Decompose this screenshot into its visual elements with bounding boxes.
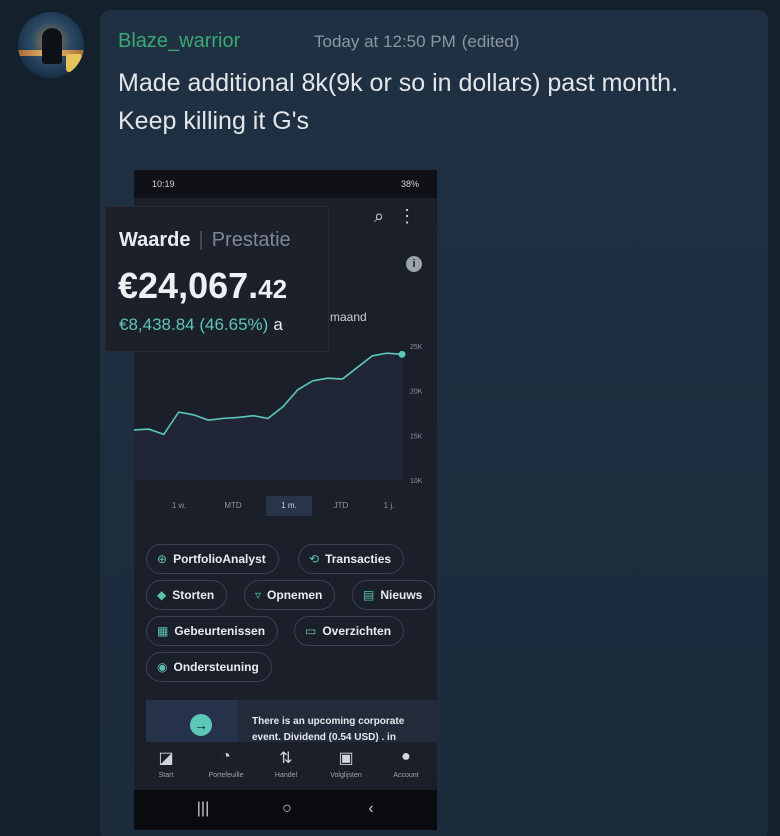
nav-label: Account	[393, 772, 419, 779]
message-text: Made additional 8k(9k or so in dollars) …	[118, 64, 758, 140]
deposit-icon: ◆	[157, 588, 167, 602]
action-chip-label: Opnemen	[267, 588, 323, 602]
portfolio-icon: ◔	[221, 748, 231, 765]
support-icon: ◉	[157, 660, 168, 674]
nav-label: Start	[158, 772, 174, 779]
action-chip-label: Transacties	[325, 552, 392, 566]
action-chip-label: Nieuws	[380, 588, 423, 602]
action-chip-label: Gebeurtenissen	[174, 624, 266, 638]
chart-area	[134, 353, 402, 480]
nav-item[interactable]: ◔ Portefeuille	[196, 748, 256, 779]
nav-label: Volglijsten	[330, 772, 362, 779]
range-tab[interactable]: JTD	[320, 496, 362, 516]
y-tick-label: 25K	[410, 344, 423, 351]
home-chart-icon: ◪	[158, 750, 174, 767]
action-chip[interactable]: ▦ Gebeurtenissen	[146, 616, 279, 646]
status-battery: 38%	[400, 179, 419, 189]
range-tab[interactable]: 1 m.	[266, 496, 312, 516]
account-icon: ●	[401, 748, 411, 765]
action-chip[interactable]: ⟲ Transacties	[298, 544, 405, 574]
portfolio-chart: 25K 20K 15K 10K	[134, 344, 423, 485]
nav-item[interactable]: ▣ Volglijsten	[316, 748, 376, 779]
avatar-badge-icon	[66, 54, 82, 72]
calendar-icon: ▦	[157, 624, 169, 638]
action-chip[interactable]: ⊕ PortfolioAnalyst	[146, 544, 279, 574]
bottom-navigation: ◪ Start ◔ Portefeuille ⇅ Handel ▣ Volglijsten ● A…	[134, 742, 437, 790]
status-time: 10:19	[152, 179, 175, 189]
info-icon[interactable]: i	[406, 256, 422, 272]
nav-label: Portefeuille	[208, 772, 244, 779]
portfolio-gain: €8,438.84 (46.65%) a	[119, 315, 283, 335]
avatar[interactable]	[18, 12, 84, 78]
y-tick-label: 20K	[410, 389, 423, 396]
system-navigation-bar: ||| ○ ‹	[134, 790, 437, 830]
analyst-icon: ⊕	[157, 552, 168, 566]
more-vert-icon[interactable]: ⋮	[398, 206, 416, 227]
message-timestamp: Today at 12:50 PM (edited)	[314, 32, 519, 52]
nav-item[interactable]: ⇅ Handel	[256, 748, 316, 779]
action-chip[interactable]: ▿ Opnemen	[244, 580, 336, 610]
message-line-2: Keep killing it G's	[118, 107, 309, 135]
y-tick-label: 10K	[410, 478, 423, 485]
period-label: maand	[330, 310, 367, 324]
trade-icon: ⇅	[279, 750, 293, 767]
avatar-figure	[42, 28, 62, 64]
transactions-icon: ⟲	[309, 552, 320, 566]
arrow-right-icon[interactable]: →	[190, 714, 212, 736]
phone-status-bar: 10:19 38%	[134, 170, 437, 198]
home-button[interactable]: ○	[272, 800, 302, 818]
nav-label: Handel	[274, 772, 298, 779]
portfolio-value: €24,067.42	[118, 265, 287, 307]
zoomed-value-overlay: Waarde | Prestatie €24,067.42 €8,438.84 (4…	[106, 207, 328, 351]
tab-waarde[interactable]: Waarde	[119, 229, 191, 251]
withdraw-icon: ▿	[255, 588, 262, 602]
statements-icon: ▭	[305, 624, 317, 638]
tab-prestatie[interactable]: Prestatie	[212, 229, 291, 251]
edited-label: (edited)	[461, 32, 520, 51]
action-chip[interactable]: ◆ Storten	[146, 580, 228, 610]
action-chip[interactable]: ▭ Overzichten	[294, 616, 405, 646]
username[interactable]: Blaze_warrior	[118, 30, 240, 53]
message-line-1: Made additional 8k(9k or so in dollars) …	[118, 69, 679, 97]
y-tick-label: 15K	[410, 433, 423, 440]
range-tab[interactable]: 1 w.	[158, 496, 200, 516]
action-chip-label: Ondersteuning	[173, 660, 259, 674]
portfolio-value-main: €24,067.	[118, 265, 259, 306]
action-chip-label: Storten	[172, 588, 215, 602]
watchlist-icon: ▣	[338, 750, 354, 767]
portfolio-value-cents: 42	[258, 274, 288, 304]
range-tab[interactable]: MTD	[212, 496, 254, 516]
timestamp-text: Today at 12:50 PM	[314, 32, 456, 51]
nav-item[interactable]: ◪ Start	[136, 748, 196, 779]
range-tab[interactable]: 1 j.	[368, 496, 410, 516]
range-tabs: 1 w. MTD 1 m. JTD 1 j.	[154, 496, 414, 516]
nav-item[interactable]: ● Account	[376, 748, 436, 779]
top-icons: ⌕ ⋮	[374, 206, 430, 227]
news-icon: ▤	[363, 588, 375, 602]
value-tabs: Waarde | Prestatie	[119, 229, 291, 252]
action-chip-label: Overzichten	[322, 624, 392, 638]
action-chip[interactable]: ▤ Nieuws	[352, 580, 436, 610]
chart-end-point[interactable]	[398, 350, 406, 358]
action-chip-label: PortfolioAnalyst	[173, 552, 266, 566]
tab-separator: |	[198, 229, 204, 251]
recent-apps-button[interactable]: |||	[188, 800, 218, 818]
action-chip[interactable]: ◉ Ondersteuning	[146, 652, 272, 682]
back-button[interactable]: ‹	[356, 800, 386, 818]
portfolio-gain-suffix: a	[273, 315, 283, 334]
search-icon[interactable]: ⌕	[374, 206, 384, 227]
portfolio-gain-amount: €8,438.84 (46.65%)	[119, 315, 269, 334]
